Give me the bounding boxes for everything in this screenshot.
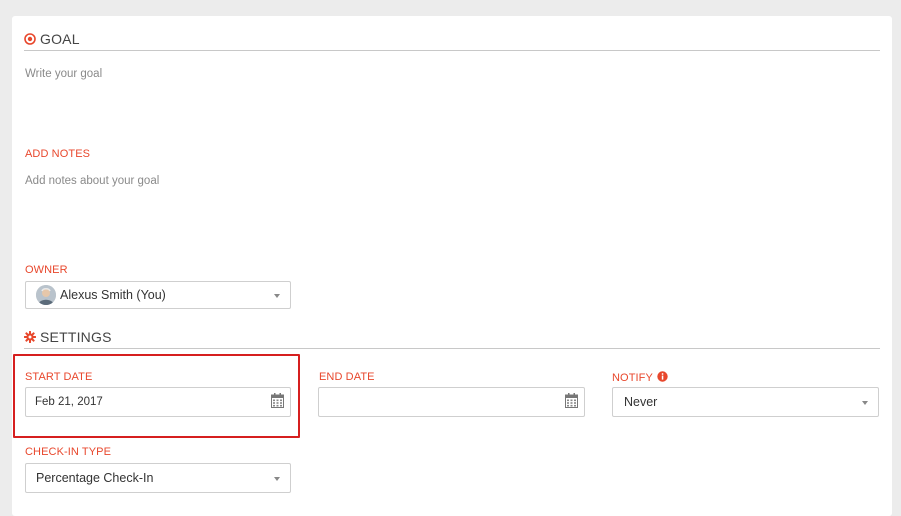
goal-form-card: GOAL Write your goal ADD NOTES Add notes… <box>12 16 892 516</box>
caret-down-icon <box>862 401 868 405</box>
gear-icon <box>24 331 36 343</box>
goal-title: GOAL <box>40 31 80 47</box>
owner-select[interactable]: Alexus Smith (You) <box>25 281 291 309</box>
settings-section-header: SETTINGS <box>24 326 880 349</box>
calendar-icon[interactable] <box>271 393 284 408</box>
target-icon <box>24 33 36 45</box>
notes-input[interactable]: Add notes about your goal <box>25 175 159 187</box>
start-date-label: START DATE <box>25 371 93 383</box>
notify-label: NOTIFY <box>612 372 653 384</box>
owner-value: Alexus Smith (You) <box>60 288 166 302</box>
checkin-type-select[interactable]: Percentage Check-In <box>25 463 291 493</box>
caret-down-icon <box>274 294 280 298</box>
start-date-value: Feb 21, 2017 <box>35 396 103 408</box>
end-date-label: END DATE <box>319 371 375 383</box>
start-date-field[interactable]: Feb 21, 2017 <box>25 387 291 417</box>
notify-label-group: NOTIFY <box>612 371 668 385</box>
info-icon[interactable] <box>657 371 668 385</box>
settings-title: SETTINGS <box>40 329 112 345</box>
checkin-type-label: CHECK-IN TYPE <box>25 446 112 458</box>
caret-down-icon <box>274 477 280 481</box>
avatar <box>36 285 56 305</box>
end-date-field[interactable] <box>318 387 585 417</box>
checkin-type-value: Percentage Check-In <box>36 471 154 485</box>
owner-label: OWNER <box>25 264 68 276</box>
notify-value: Never <box>624 395 658 409</box>
goal-section-header: GOAL <box>24 28 880 51</box>
calendar-icon[interactable] <box>565 393 578 408</box>
notify-select[interactable]: Never <box>612 387 879 417</box>
notes-label: ADD NOTES <box>25 148 91 160</box>
goal-input[interactable]: Write your goal <box>25 68 102 80</box>
